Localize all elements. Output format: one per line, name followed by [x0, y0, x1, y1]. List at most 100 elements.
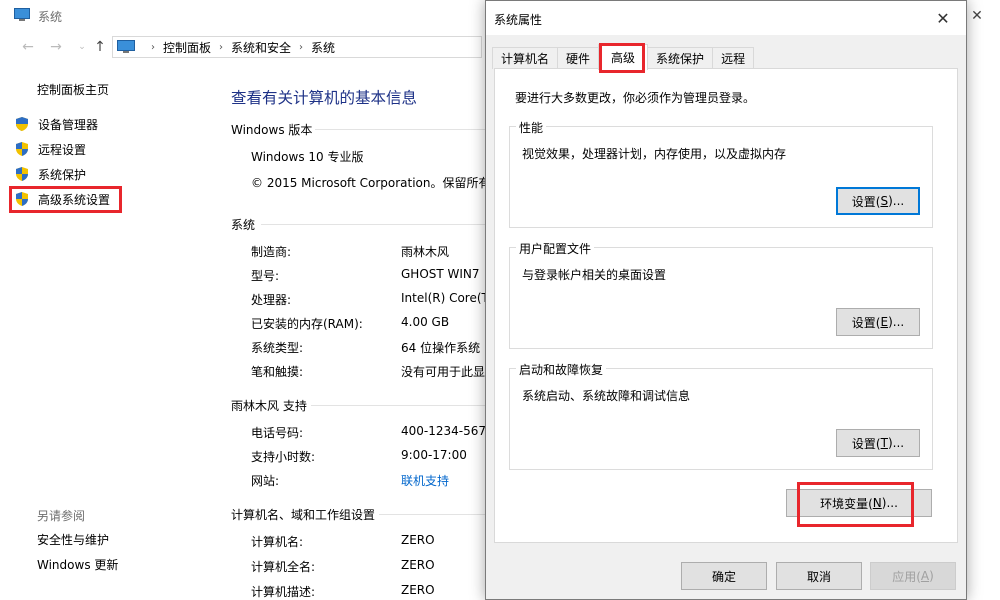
button-label: 应用(	[892, 569, 921, 584]
system-properties-dialog: 系统属性 ✕ 计算机名 硬件 高级 系统保护 远程 要进行大多数更改，你必须作为…	[485, 0, 967, 600]
tab-hardware[interactable]: 硬件	[557, 47, 600, 69]
section-divider	[315, 129, 485, 130]
button-label: 设置(	[851, 194, 881, 209]
group-performance: 性能 视觉效果，处理器计划，内存使用，以及虚拟内存 设置(S)...	[509, 119, 933, 228]
row-label: 已安装的内存(RAM):	[251, 317, 363, 331]
row-value: 雨林木风	[401, 245, 450, 259]
group-startup-recovery: 启动和故障恢复 系统启动、系统故障和调试信息 设置(T)...	[509, 361, 933, 470]
button-label-tail: )...	[888, 315, 905, 329]
dialog-titlebar[interactable]: 系统属性 ✕	[486, 1, 966, 35]
section-divider	[261, 224, 486, 225]
group-user-profiles: 用户配置文件 与登录帐户相关的桌面设置 设置(E)...	[509, 240, 933, 349]
section-header-computer: 计算机名、域和工作组设置	[231, 508, 376, 522]
dialog-title: 系统属性	[494, 13, 543, 27]
highlight-box-advanced-tab	[599, 43, 645, 73]
breadcrumb-separator-icon: ›	[299, 41, 304, 53]
row-value: 9:00-17:00	[401, 448, 467, 462]
copyright-text: © 2015 Microsoft Corporation。保留所有	[251, 176, 486, 190]
uac-shield-icon	[16, 167, 28, 181]
forward-arrow-icon[interactable]: →	[46, 38, 66, 56]
row-value: Intel(R) Core(T	[401, 291, 486, 305]
access-key: S	[880, 194, 889, 208]
back-arrow-icon[interactable]: ←	[18, 38, 38, 56]
row-label: 网站:	[251, 474, 280, 488]
apply-button[interactable]: 应用(A)	[870, 562, 956, 590]
row-value: ZERO	[401, 558, 435, 572]
sidebar-item-system-protection[interactable]: 系统保护	[14, 164, 86, 184]
uac-shield-icon	[16, 117, 28, 131]
sidebar-item-device-manager[interactable]: 设备管理器	[14, 114, 98, 134]
online-support-link[interactable]: 联机支持	[401, 472, 449, 489]
button-label-tail: )...	[887, 436, 905, 450]
link-security-maintenance[interactable]: 安全性与维护	[37, 531, 109, 548]
startup-settings-button[interactable]: 设置(T)...	[836, 429, 920, 457]
breadcrumb-separator-icon: ›	[219, 41, 224, 53]
section-header-system: 系统	[231, 218, 256, 232]
highlight-box-environment-variables	[797, 482, 914, 527]
row-value: 4.00 GB	[401, 315, 450, 329]
row-label: 处理器:	[251, 293, 292, 307]
tab-system-protection[interactable]: 系统保护	[647, 47, 714, 69]
row-label: 笔和触摸:	[251, 365, 304, 379]
row-label: 制造商:	[251, 245, 292, 259]
admin-note: 要进行大多数更改，你必须作为管理员登录。	[515, 91, 756, 105]
access-key: T	[880, 436, 888, 450]
sidebar-item-remote-settings[interactable]: 远程设置	[14, 139, 86, 159]
section-divider	[311, 405, 486, 406]
group-title: 用户配置文件	[516, 240, 595, 257]
row-value: ZERO	[401, 583, 435, 597]
see-also-heading: 另请参阅	[37, 509, 86, 523]
ok-button[interactable]: 确定	[681, 562, 767, 590]
row-value: 没有可用于此显	[401, 365, 486, 379]
sidebar-item-label: 系统保护	[38, 167, 87, 182]
link-windows-update[interactable]: Windows 更新	[37, 556, 118, 573]
row-value: ZERO	[401, 533, 435, 547]
row-value: 400-1234-5678	[401, 424, 486, 438]
row-label: 计算机全名:	[251, 560, 316, 574]
up-arrow-icon[interactable]: ↑	[90, 38, 110, 56]
breadcrumb-system-security[interactable]: 系统和安全	[231, 39, 291, 56]
row-value: 64 位操作系统	[401, 341, 481, 355]
row-value: GHOST WIN7	[401, 267, 480, 281]
advanced-tab-panel: 要进行大多数更改，你必须作为管理员登录。 性能 视觉效果，处理器计划，内存使用，…	[494, 68, 958, 543]
button-label: 设置(	[851, 315, 881, 330]
cancel-button[interactable]: 取消	[776, 562, 862, 590]
row-label: 型号:	[251, 269, 280, 283]
row-label: 系统类型:	[251, 341, 304, 355]
button-label-tail: )	[929, 569, 934, 583]
sidebar-item-label: 设备管理器	[38, 117, 99, 132]
sidebar: 控制面板主页 设备管理器 远程设置 系统保护 高级系统设置 另请参阅 安全性与维…	[0, 64, 215, 600]
row-label: 计算机名:	[251, 535, 304, 549]
section-header-support: 雨林木风 支持	[231, 399, 307, 413]
uac-shield-icon	[16, 142, 28, 156]
system-window-title: 系统	[38, 10, 63, 24]
tab-remote[interactable]: 远程	[712, 47, 755, 69]
access-key: A	[920, 569, 930, 583]
sidebar-home-link[interactable]: 控制面板主页	[37, 81, 109, 98]
recent-chevron-icon[interactable]: ⌄	[72, 38, 92, 56]
group-title: 启动和故障恢复	[516, 361, 607, 378]
group-description: 视觉效果，处理器计划，内存使用，以及虚拟内存	[522, 147, 787, 161]
dialog-close-button[interactable]: ✕	[920, 1, 966, 35]
computer-icon	[14, 8, 30, 21]
breadcrumb-system[interactable]: 系统	[311, 39, 335, 56]
address-bar[interactable]: › 控制面板 › 系统和安全 › 系统	[112, 36, 482, 58]
button-label-tail: )...	[888, 194, 905, 208]
breadcrumb-control-panel[interactable]: 控制面板	[163, 39, 211, 56]
highlight-box-advanced-settings	[9, 186, 122, 213]
windows-edition: Windows 10 专业版	[251, 150, 364, 164]
sidebar-item-label: 远程设置	[38, 142, 87, 157]
group-description: 与登录帐户相关的桌面设置	[522, 268, 667, 282]
main-content: 查看有关计算机的基本信息 Windows 版本 Windows 10 专业版 ©…	[231, 64, 486, 600]
user-profiles-settings-button[interactable]: 设置(E)...	[836, 308, 920, 336]
row-label: 计算机描述:	[251, 585, 316, 599]
tab-computer-name[interactable]: 计算机名	[492, 47, 559, 69]
performance-settings-button[interactable]: 设置(S)...	[836, 187, 920, 215]
row-label: 电话号码:	[251, 426, 304, 440]
section-header-edition: Windows 版本	[231, 123, 313, 137]
group-description: 系统启动、系统故障和调试信息	[522, 389, 691, 403]
breadcrumb-separator-icon: ›	[151, 41, 155, 53]
row-label: 支持小时数:	[251, 450, 316, 464]
page-title: 查看有关计算机的基本信息	[231, 89, 418, 107]
section-divider	[379, 514, 486, 515]
